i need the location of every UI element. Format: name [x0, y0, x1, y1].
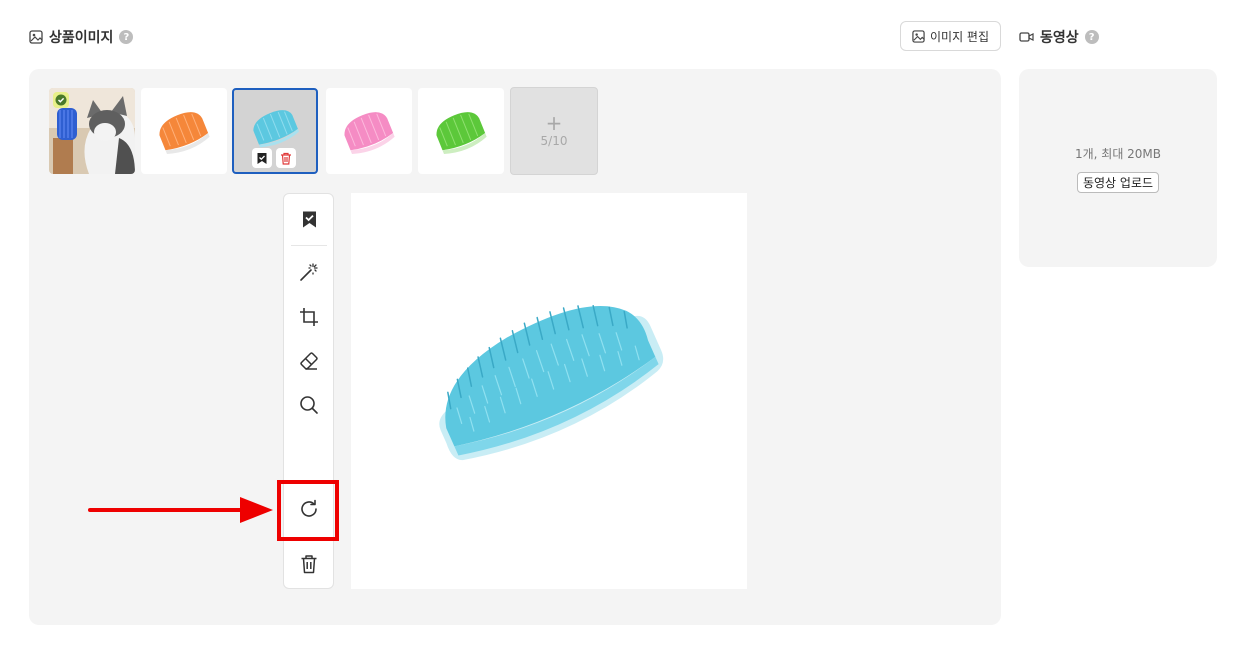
- thumbnail-actions: [252, 148, 296, 168]
- product-images-title: 상품이미지: [49, 30, 114, 46]
- video-heading: 동영상 ?: [1019, 27, 1099, 47]
- rotate-highlight-box: [277, 480, 339, 541]
- zoom-tool[interactable]: [296, 392, 322, 418]
- search-icon: [300, 396, 318, 414]
- image-count: 5/10: [540, 134, 568, 148]
- crop-tool[interactable]: [296, 304, 322, 330]
- representative-check-icon: [53, 92, 69, 108]
- image-preview: [351, 193, 747, 589]
- edit-image-label: 이미지 편집: [929, 29, 989, 44]
- help-icon[interactable]: ?: [1084, 30, 1099, 44]
- green-brush-photo: [436, 112, 487, 154]
- bookmark-check-icon: [302, 211, 316, 227]
- image-icon: [912, 29, 925, 43]
- trash-icon: [301, 555, 317, 574]
- video-limit-info: 1개, 최대 20MB: [1074, 147, 1162, 161]
- edit-image-button[interactable]: 이미지 편집: [900, 21, 1001, 51]
- video-camera-icon: [1019, 32, 1034, 42]
- product-images-heading: 상품이미지 ?: [29, 27, 134, 47]
- thumbnail-cat[interactable]: [49, 88, 135, 174]
- video-title: 동영상: [1040, 30, 1079, 46]
- trash-icon: [281, 152, 291, 165]
- eraser-tool[interactable]: [296, 348, 322, 374]
- blue-brush-preview: [439, 304, 664, 461]
- thumbnail-pink-brush[interactable]: [326, 88, 412, 174]
- crop-icon: [300, 308, 318, 326]
- pointer-arrow-icon: [88, 497, 273, 523]
- toolbar-divider: [291, 245, 327, 246]
- plus-icon: +: [545, 111, 563, 135]
- delete-thumbnail-button[interactable]: [276, 148, 296, 168]
- thumbnail-green-brush[interactable]: [418, 88, 504, 174]
- thumbnail-blue-brush[interactable]: [232, 88, 318, 174]
- thumbnail-orange-brush[interactable]: [141, 88, 227, 174]
- bookmark-check-icon: [257, 152, 267, 164]
- pink-brush-photo: [344, 112, 395, 154]
- eraser-icon: [300, 352, 318, 370]
- orange-brush-photo: [159, 112, 210, 154]
- magic-wand-tool[interactable]: [296, 259, 322, 285]
- help-icon[interactable]: ?: [119, 30, 134, 44]
- set-representative-tool[interactable]: [296, 206, 322, 232]
- add-image-button[interactable]: + 5/10: [510, 87, 598, 175]
- magic-wand-icon: [300, 263, 318, 281]
- delete-tool[interactable]: [296, 551, 322, 577]
- video-upload-button[interactable]: 동영상 업로드: [1076, 172, 1160, 193]
- image-icon: [29, 30, 43, 44]
- video-upload-panel: 1개, 최대 20MB 동영상 업로드: [1019, 69, 1217, 267]
- set-representative-button[interactable]: [252, 148, 272, 168]
